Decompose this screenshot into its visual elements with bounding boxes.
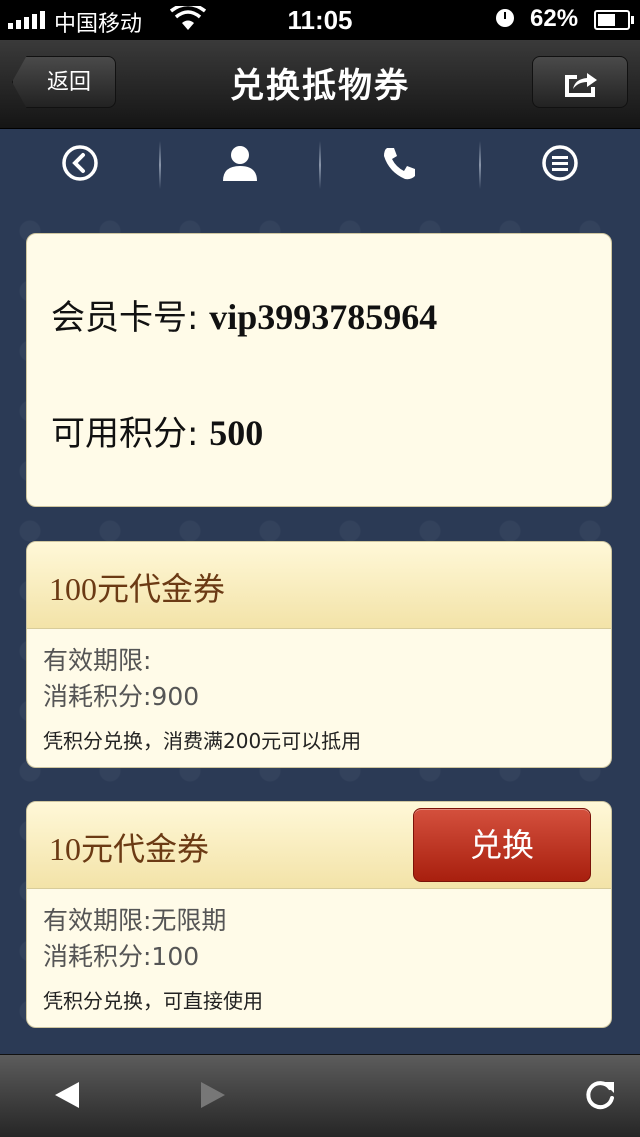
phone-icon [381, 144, 419, 186]
back-circle-button[interactable] [0, 129, 160, 201]
points-row: 可用积分: 500 [51, 406, 263, 455]
refresh-icon [583, 1078, 617, 1116]
coupon-description: 凭积分兑换，消费满200元可以抵用 [43, 729, 362, 753]
share-button[interactable] [532, 56, 628, 108]
battery-icon [594, 10, 634, 30]
browser-back-icon [53, 1080, 83, 1114]
coupon-card: 100元代金券 有效期限: 消耗积分:900 凭积分兑换，消费满200元可以抵用 [26, 541, 612, 768]
back-circle-icon [61, 144, 99, 186]
coupon-card: 10元代金券 兑换 有效期限:无限期 消耗积分:100 凭积分兑换，可直接使用 [26, 801, 612, 1028]
coupon-title: 10元代金券 [49, 831, 210, 867]
coupon-header: 100元代金券 [27, 542, 611, 629]
card-number-label: 会员卡号: [51, 298, 199, 338]
member-center-button[interactable] [160, 129, 320, 201]
back-button[interactable]: 返回 [12, 56, 116, 108]
coupon-description: 凭积分兑换，可直接使用 [43, 989, 263, 1013]
phone-button[interactable] [320, 129, 480, 201]
navigation-bar: 返回 兑换抵物券 [0, 40, 640, 129]
card-number-value: vip3993785964 [209, 297, 438, 337]
coupon-body: 有效期限: 消耗积分:900 凭积分兑换，消费满200元可以抵用 [27, 629, 611, 754]
browser-toolbar [0, 1054, 640, 1137]
coupon-body: 有效期限:无限期 消耗积分:100 凭积分兑换，可直接使用 [27, 889, 611, 1014]
coupon-title: 100元代金券 [49, 571, 226, 607]
card-number-row: 会员卡号: vip3993785964 [51, 290, 437, 339]
battery-percent: 62% [530, 5, 579, 32]
coupon-cost: 消耗积分:900 [43, 682, 200, 711]
points-value: 500 [209, 413, 264, 453]
points-label: 可用积分: [51, 414, 199, 454]
redeem-button[interactable]: 兑换 [413, 808, 591, 882]
user-icon [221, 144, 259, 186]
browser-forward-button[interactable] [188, 1073, 236, 1121]
coupon-header: 10元代金券 兑换 [27, 802, 611, 889]
menu-circle-icon [541, 144, 579, 186]
shortcut-bar [0, 129, 640, 201]
browser-forward-icon [197, 1080, 227, 1114]
coupon-validity: 有效期限: [43, 646, 152, 675]
coupon-cost: 消耗积分:100 [43, 942, 200, 971]
member-info-card: 会员卡号: vip3993785964 可用积分: 500 [26, 233, 612, 507]
menu-button[interactable] [480, 129, 640, 201]
status-bar: 中国移动 11:05 62% [0, 0, 640, 40]
coupon-validity: 有效期限:无限期 [43, 906, 227, 935]
clock-icon [496, 9, 514, 27]
page-title: 兑换抵物券 [230, 66, 410, 106]
browser-back-button[interactable] [44, 1073, 92, 1121]
refresh-button[interactable] [576, 1073, 624, 1121]
